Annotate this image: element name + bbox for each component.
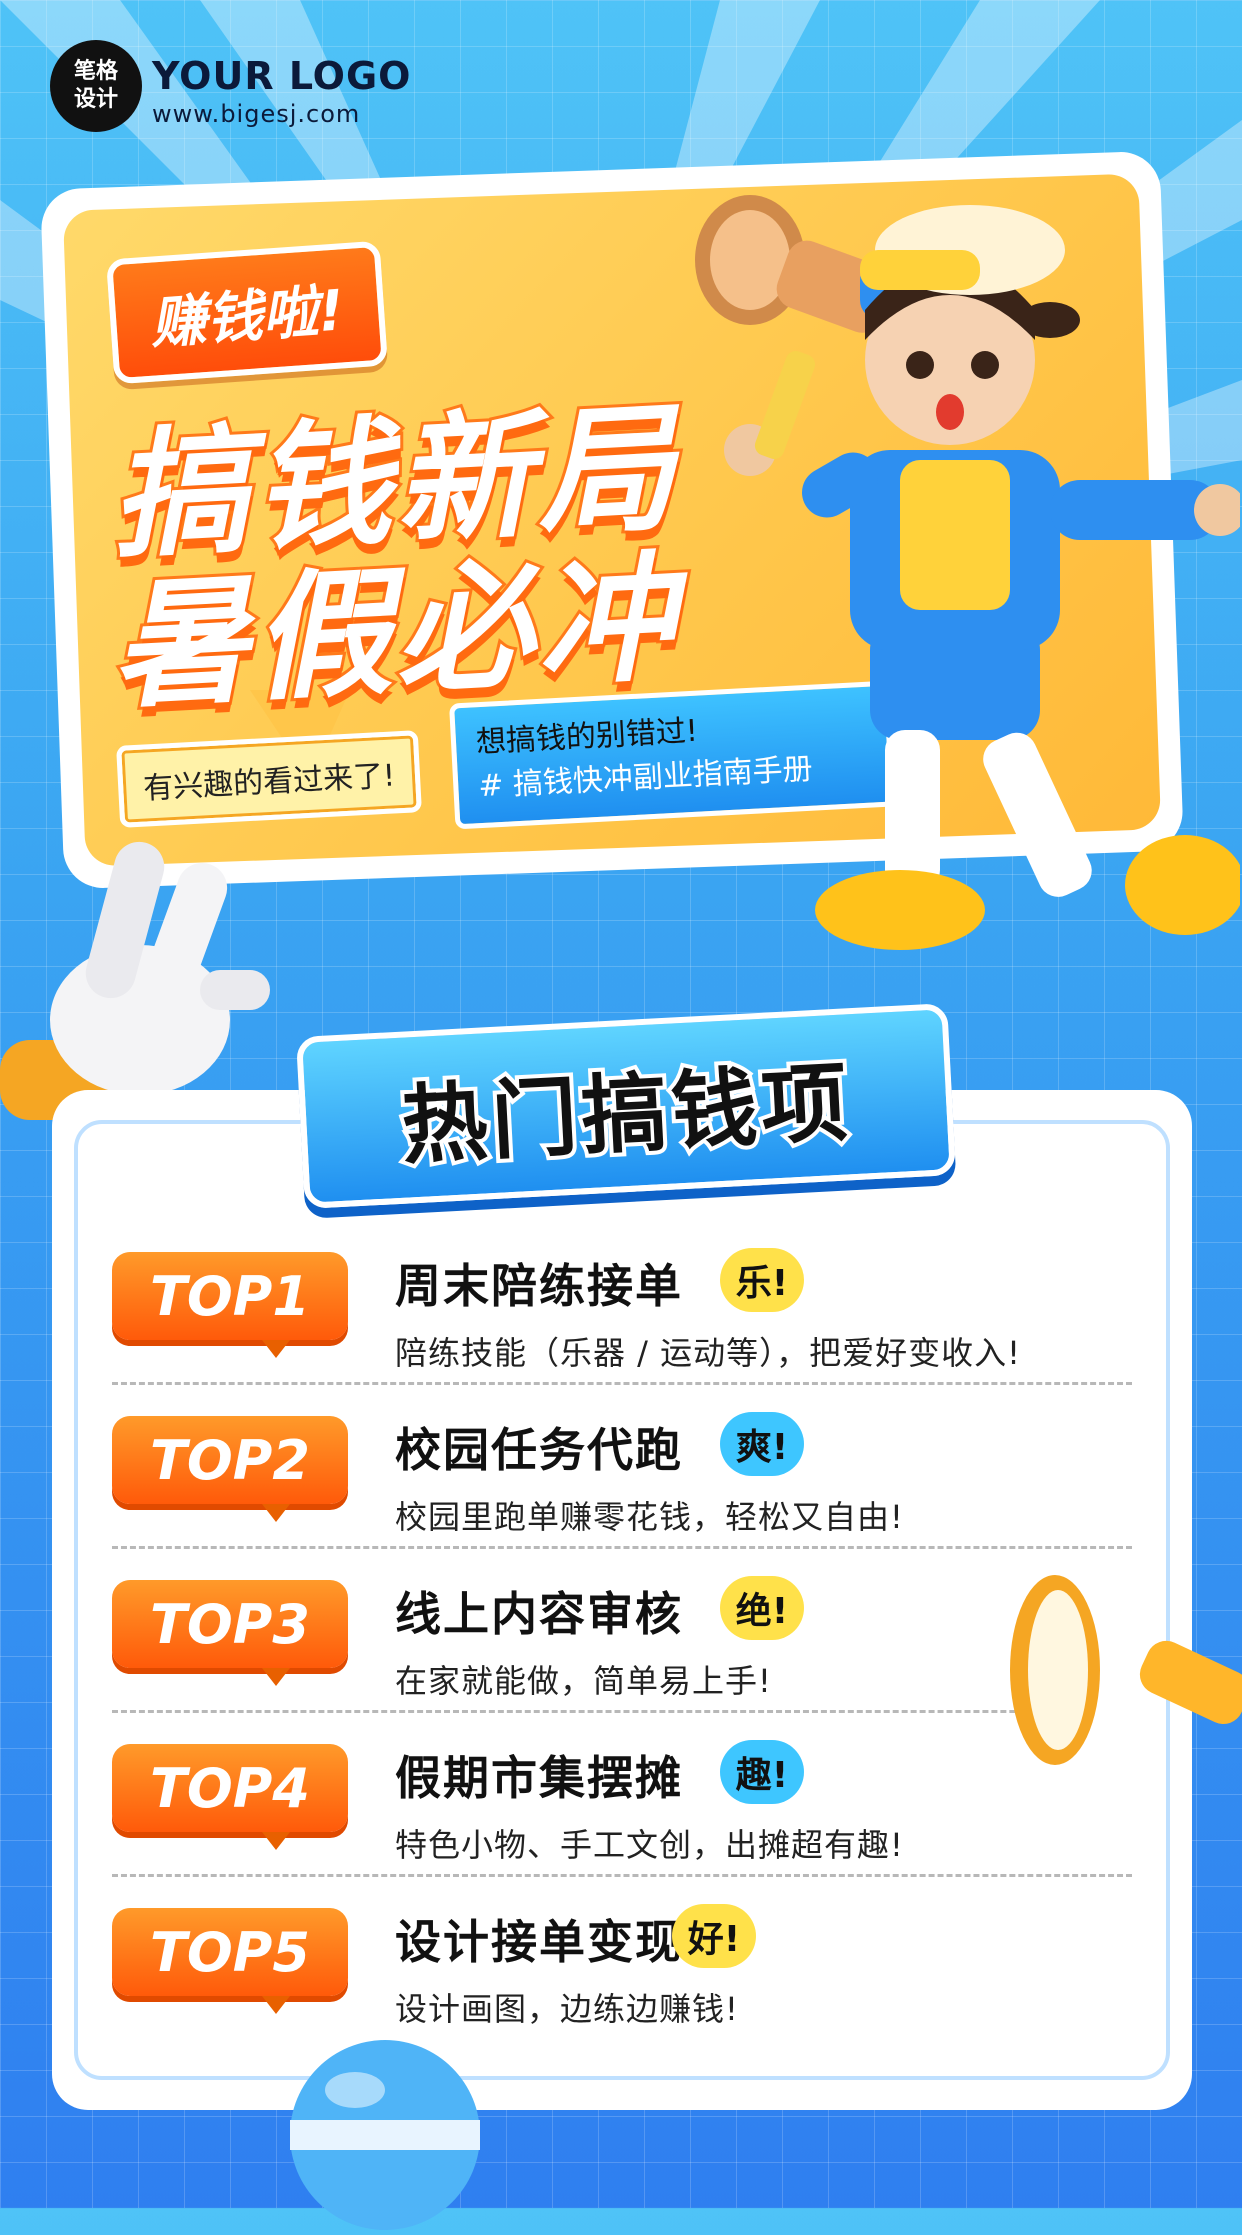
item-title: 周末陪练接单 (395, 1259, 683, 1313)
sphere-decoration (290, 2040, 480, 2230)
item-chip: 乐! (720, 1248, 804, 1312)
list-item: TOP4 假期市集摆摊 趣! 特色小物、手工文创，出摊超有趣! (112, 1732, 1132, 1892)
logo-name: YOUR LOGO (152, 54, 412, 98)
list-item: TOP3 线上内容审核 绝! 在家就能做，简单易上手! (112, 1568, 1132, 1728)
item-desc: 设计画图，边练边赚钱! (395, 1990, 739, 2028)
item-title: 设计接单变现 (395, 1915, 683, 1969)
rank-badge: TOP2 (112, 1416, 348, 1504)
item-desc: 校园里跑单赚零花钱，轻松又自由! (395, 1498, 904, 1536)
rank-badge: TOP3 (112, 1580, 348, 1668)
list-title-box: 热门搞钱项 (295, 1003, 957, 1209)
item-title: 校园任务代跑 (395, 1423, 683, 1477)
girl-with-megaphone-illustration (695, 195, 1240, 950)
item-desc: 特色小物、手工文创，出摊超有趣! (395, 1826, 904, 1864)
list-item: TOP2 校园任务代跑 爽! 校园里跑单赚零花钱，轻松又自由! (112, 1404, 1132, 1564)
list-item: TOP5 设计接单变现 好! 设计画图，边练边赚钱! (112, 1896, 1132, 2056)
item-title: 线上内容审核 (395, 1587, 683, 1641)
item-title: 假期市集摆摊 (395, 1751, 683, 1805)
megaphone-icon (1010, 1575, 1242, 1765)
divider (112, 1874, 1132, 1877)
item-chip: 好! (672, 1904, 756, 1968)
list-title: 热门搞钱项 (395, 1049, 858, 1180)
divider (112, 1546, 1132, 1549)
rank-badge: TOP1 (112, 1252, 348, 1340)
item-chip: 绝! (720, 1576, 804, 1640)
rank-badge: TOP5 (112, 1908, 348, 1996)
divider (112, 1710, 1132, 1713)
item-desc: 陪练技能（乐器 / 运动等），把爱好变收入! (395, 1334, 1021, 1372)
divider (112, 1382, 1132, 1385)
tag-interest: 有兴趣的看过来了! (116, 730, 422, 828)
logo-url: www.bigesj.com (152, 100, 361, 128)
hero-bubble: 赚钱啦! (105, 240, 388, 385)
item-chip: 趣! (720, 1740, 804, 1804)
item-desc: 在家就能做，简单易上手! (395, 1662, 772, 1700)
list-item: TOP1 周末陪练接单 乐! 陪练技能（乐器 / 运动等），把爱好变收入! (112, 1240, 1132, 1400)
rank-badge: TOP4 (112, 1744, 348, 1832)
item-chip: 爽! (720, 1412, 804, 1476)
logo-badge: 笔格 设计 (50, 40, 142, 132)
